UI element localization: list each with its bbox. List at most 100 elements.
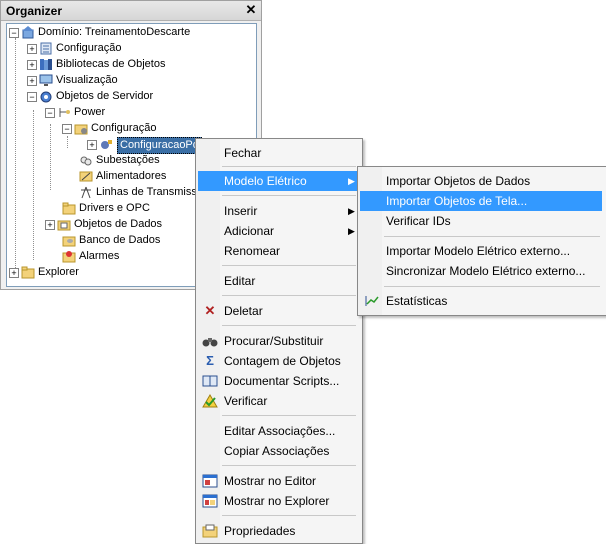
- submenu-item-importar-modelo[interactable]: Importar Modelo Elétrico externo...: [360, 241, 602, 261]
- editor-icon: [202, 474, 218, 488]
- book-icon: [202, 375, 218, 387]
- submenu-modelo-eletrico: Importar Objetos de Dados Importar Objet…: [357, 166, 606, 316]
- menu-label: Contagem de Objetos: [224, 354, 341, 368]
- menu-item-modelo-eletrico[interactable]: Modelo Elétrico ▶: [198, 171, 358, 191]
- menu-item-editar-associacoes[interactable]: Editar Associações...: [198, 421, 358, 441]
- submenu-arrow-icon: ▶: [348, 206, 355, 216]
- tree-label: Banco de Dados: [79, 234, 161, 246]
- warning-check-icon: [202, 394, 218, 408]
- menu-label: Editar: [224, 274, 256, 288]
- collapse-icon[interactable]: −: [45, 108, 55, 118]
- menu-label: Adicionar: [224, 224, 275, 238]
- menu-separator: [222, 415, 356, 416]
- tree-label: Objetos de Dados: [74, 218, 163, 230]
- menu-separator: [222, 195, 356, 196]
- close-icon[interactable]: ✕: [244, 3, 258, 17]
- expand-icon[interactable]: +: [45, 220, 55, 230]
- database-icon: [62, 236, 76, 247]
- tree-label: Configuração: [91, 122, 157, 134]
- menu-item-documentar[interactable]: Documentar Scripts...: [198, 371, 358, 391]
- submenu-item-importar-dados[interactable]: Importar Objetos de Dados: [360, 171, 602, 191]
- menu-separator: [222, 515, 356, 516]
- expand-icon[interactable]: +: [9, 268, 19, 278]
- menu-label: Inserir: [224, 204, 258, 218]
- collapse-icon[interactable]: −: [62, 124, 72, 134]
- menu-label: Importar Modelo Elétrico externo...: [386, 244, 571, 258]
- collapse-icon[interactable]: −: [27, 92, 37, 102]
- context-menu: Fechar Modelo Elétrico ▶ Inserir ▶ Adici…: [195, 138, 363, 544]
- menu-label: Deletar: [224, 304, 263, 318]
- menu-item-procurar[interactable]: Procurar/Substituir: [198, 331, 358, 351]
- submenu-item-verificar-ids[interactable]: Verificar IDs: [360, 211, 602, 231]
- menu-item-contagem[interactable]: Σ Contagem de Objetos: [198, 351, 358, 371]
- menu-item-editar[interactable]: Editar: [198, 271, 358, 291]
- feeder-icon: [79, 171, 93, 182]
- server-objects-icon: [40, 91, 52, 103]
- tree-label: Configuração: [56, 42, 122, 54]
- menu-label: Mostrar no Editor: [224, 474, 317, 488]
- tree-label: Domínio: TreinamentoDescarte: [38, 26, 191, 38]
- config-object-icon: [101, 140, 112, 149]
- menu-item-mostrar-editor[interactable]: Mostrar no Editor: [198, 471, 358, 491]
- menu-item-inserir[interactable]: Inserir ▶: [198, 201, 358, 221]
- menu-label: Propriedades: [224, 524, 296, 538]
- menu-item-mostrar-explorer[interactable]: Mostrar no Explorer: [198, 491, 358, 511]
- organizer-title-bar: Organizer ✕: [1, 1, 261, 21]
- expand-icon[interactable]: +: [27, 76, 37, 86]
- transmission-tower-icon: [81, 186, 91, 199]
- power-icon: [59, 108, 70, 117]
- properties-icon: [202, 524, 218, 538]
- collapse-icon[interactable]: −: [9, 28, 19, 38]
- folder-icon: [62, 202, 76, 215]
- tree-label: Visualização: [56, 74, 118, 86]
- tree-label: Explorer: [38, 266, 79, 278]
- submenu-item-estatisticas[interactable]: Estatísticas: [360, 291, 602, 311]
- tree-label: Linhas de Transmiss: [96, 186, 197, 198]
- submenu-item-importar-tela[interactable]: Importar Objetos de Tela...: [360, 191, 602, 211]
- sigma-icon: Σ: [206, 353, 214, 368]
- menu-label: Sincronizar Modelo Elétrico externo...: [386, 264, 586, 278]
- menu-separator: [384, 236, 600, 237]
- binoculars-icon: [202, 338, 218, 347]
- menu-item-renomear[interactable]: Renomear: [198, 241, 358, 261]
- expand-icon[interactable]: +: [27, 44, 37, 54]
- menu-label: Renomear: [224, 244, 281, 258]
- menu-separator: [222, 166, 356, 167]
- menu-item-deletar[interactable]: ✕ Deletar: [198, 301, 358, 321]
- tree-label: Drivers e OPC: [79, 202, 150, 214]
- explorer-icon: [202, 494, 218, 508]
- expand-icon[interactable]: +: [87, 140, 97, 150]
- menu-label: Documentar Scripts...: [224, 374, 340, 388]
- tree-label: Power: [74, 106, 106, 118]
- menu-item-fechar[interactable]: Fechar: [198, 143, 358, 163]
- menu-label: Mostrar no Explorer: [224, 494, 330, 508]
- substation-icon: [80, 156, 92, 166]
- submenu-arrow-icon: ▶: [348, 176, 355, 186]
- menu-label: Verificar IDs: [386, 214, 451, 228]
- tree-label: Bibliotecas de Objetos: [56, 58, 166, 70]
- delete-icon: ✕: [204, 303, 216, 318]
- menu-separator: [384, 286, 600, 287]
- menu-label: Copiar Associações: [224, 444, 330, 458]
- tree-label: Alimentadores: [96, 170, 167, 182]
- menu-separator: [222, 325, 356, 326]
- menu-item-propriedades[interactable]: Propriedades: [198, 521, 358, 541]
- menu-separator: [222, 295, 356, 296]
- menu-item-verificar[interactable]: Verificar: [198, 391, 358, 411]
- menu-separator: [222, 265, 356, 266]
- submenu-item-sincronizar[interactable]: Sincronizar Modelo Elétrico externo...: [360, 261, 602, 281]
- folder-icon: [21, 266, 35, 279]
- tree-label: ConfiguracaoPo: [117, 137, 202, 154]
- submenu-arrow-icon: ▶: [348, 226, 355, 236]
- menu-label: Procurar/Substituir: [224, 334, 324, 348]
- monitor-icon: [39, 74, 53, 86]
- statistics-icon: [365, 296, 379, 306]
- folder-gear-icon: [74, 124, 88, 135]
- menu-label: Editar Associações...: [224, 424, 336, 438]
- data-objects-icon: [57, 220, 71, 231]
- library-icon: [40, 59, 52, 70]
- menu-item-copiar-associacoes[interactable]: Copiar Associações: [198, 441, 358, 461]
- menu-item-adicionar[interactable]: Adicionar ▶: [198, 221, 358, 241]
- organizer-title: Organizer: [6, 4, 63, 18]
- expand-icon[interactable]: +: [27, 60, 37, 70]
